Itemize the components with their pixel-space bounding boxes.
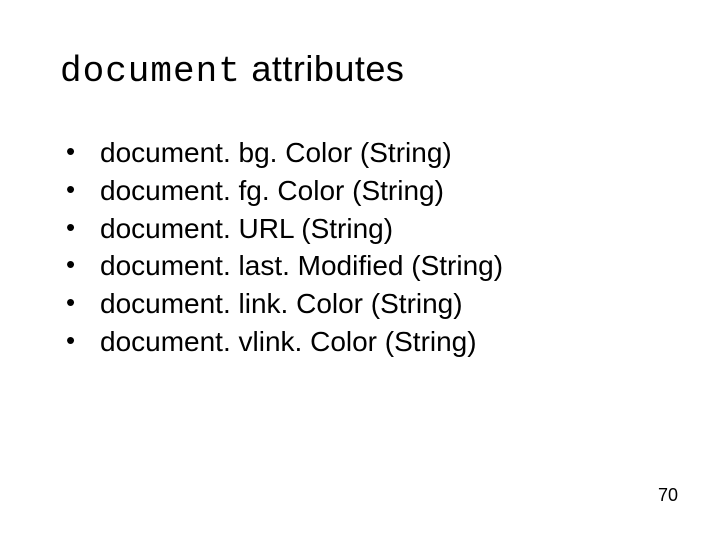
page-number: 70: [658, 485, 678, 506]
slide: document attributes • document. bg. Colo…: [0, 0, 720, 540]
slide-title: document attributes: [60, 48, 660, 92]
bullet-icon: •: [66, 134, 100, 169]
bullet-icon: •: [66, 323, 100, 358]
list-item-text: document. URL (String): [100, 210, 660, 248]
list-item: • document. vlink. Color (String): [66, 323, 660, 361]
list-item-text: document. link. Color (String): [100, 285, 660, 323]
bullet-icon: •: [66, 172, 100, 207]
list-item-text: document. bg. Color (String): [100, 134, 660, 172]
bullet-icon: •: [66, 285, 100, 320]
bullet-icon: •: [66, 247, 100, 282]
attribute-list: • document. bg. Color (String) • documen…: [60, 134, 660, 361]
list-item-text: document. last. Modified (String): [100, 247, 660, 285]
title-code: document: [60, 51, 241, 92]
list-item: • document. bg. Color (String): [66, 134, 660, 172]
list-item: • document. URL (String): [66, 210, 660, 248]
list-item-text: document. vlink. Color (String): [100, 323, 660, 361]
title-rest: attributes: [241, 48, 405, 89]
list-item: • document. link. Color (String): [66, 285, 660, 323]
list-item: • document. fg. Color (String): [66, 172, 660, 210]
bullet-icon: •: [66, 210, 100, 245]
list-item-text: document. fg. Color (String): [100, 172, 660, 210]
list-item: • document. last. Modified (String): [66, 247, 660, 285]
